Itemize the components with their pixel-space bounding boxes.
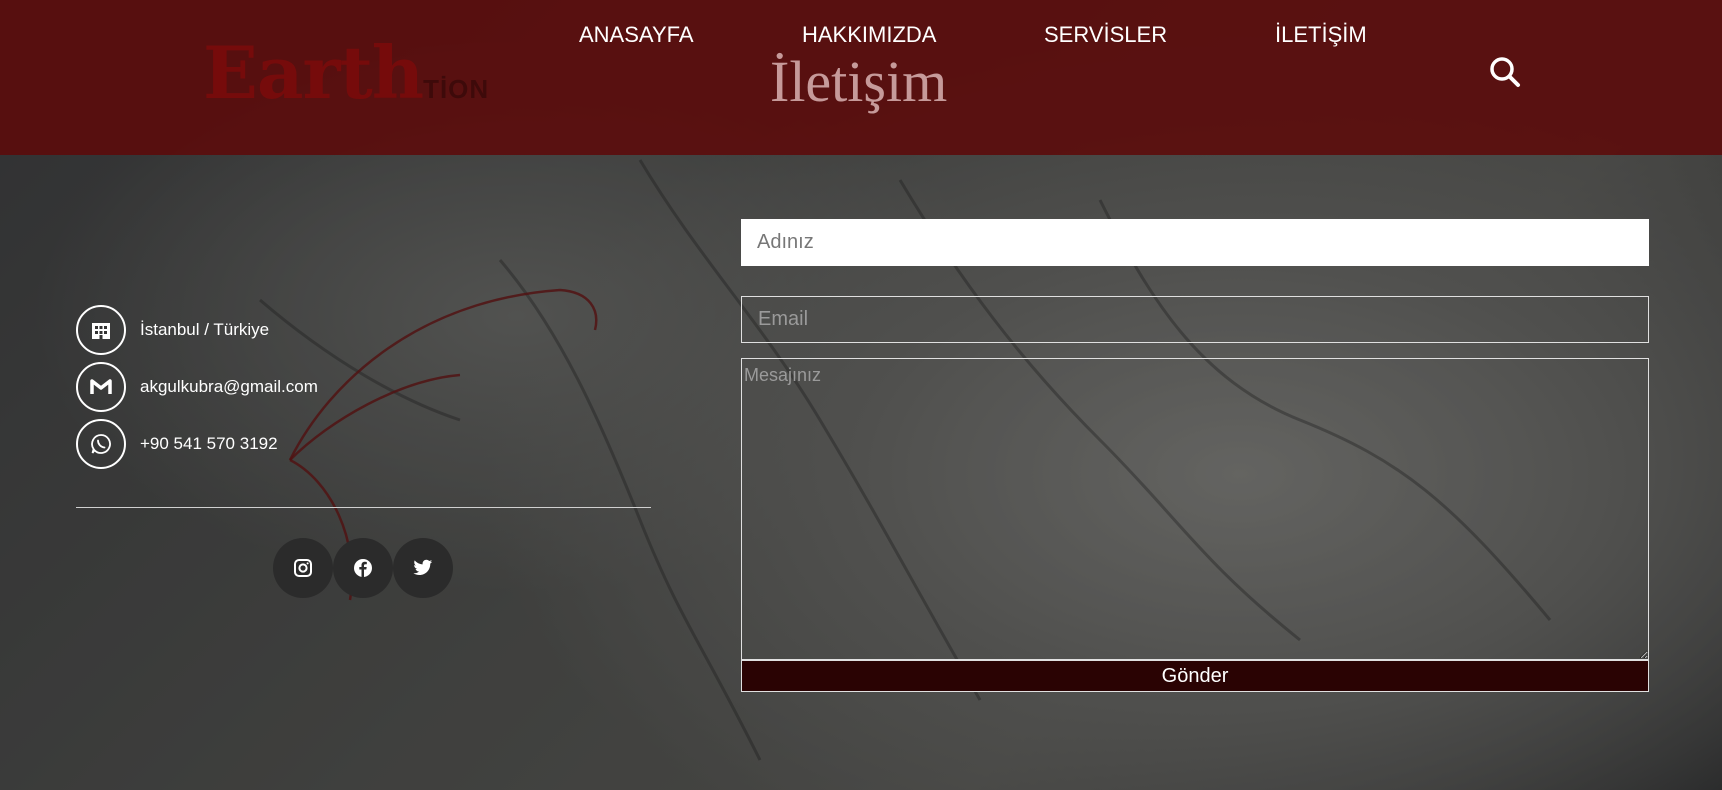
divider — [76, 507, 651, 508]
instagram-button[interactable] — [273, 538, 333, 598]
contact-phone: +90 541 570 3192 — [76, 419, 278, 469]
facebook-button[interactable] — [333, 538, 393, 598]
contact-email: akgulkubra@gmail.com — [76, 362, 318, 412]
instagram-icon — [294, 559, 312, 577]
twitter-icon — [413, 559, 433, 575]
message-textarea[interactable] — [741, 358, 1649, 660]
contact-section: İstanbul / Türkiye akgulkubra@gmail.com … — [0, 0, 1722, 790]
social-links — [273, 538, 453, 598]
contact-location: İstanbul / Türkiye — [76, 305, 269, 355]
submit-button[interactable]: Gönder — [741, 660, 1649, 692]
twitter-button[interactable] — [393, 538, 453, 598]
building-icon — [76, 305, 126, 355]
whatsapp-icon — [76, 419, 126, 469]
facebook-icon — [354, 559, 372, 577]
email-input[interactable] — [741, 296, 1649, 343]
gmail-icon — [76, 362, 126, 412]
location-text: İstanbul / Türkiye — [140, 320, 270, 339]
name-input[interactable] — [741, 219, 1649, 266]
phone-text[interactable]: +90 541 570 3192 — [140, 434, 278, 454]
email-text[interactable]: akgulkubra@gmail.com — [140, 377, 318, 397]
